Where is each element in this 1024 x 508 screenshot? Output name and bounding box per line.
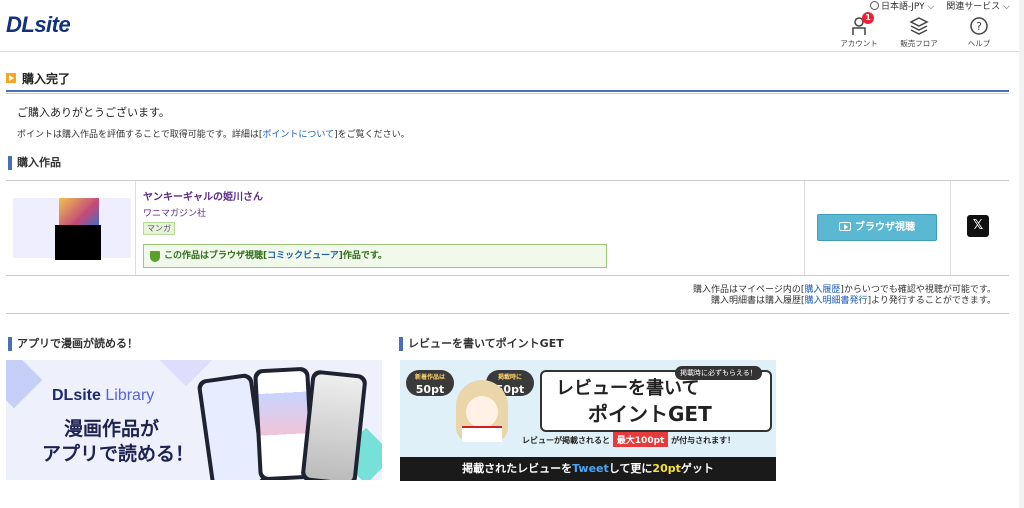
review-description: レビューが掲載されると 最大100pt が付与されます！: [522, 432, 735, 447]
app-banner-line1: 漫画作品が: [64, 418, 160, 440]
genre-tag: マンガ: [143, 222, 175, 235]
thanks-message: ご購入ありがとうございます。: [17, 106, 170, 119]
review-heading: レビューを書いてポイントGET: [399, 336, 564, 352]
cover-image: [59, 198, 99, 228]
shield-check-icon: [150, 251, 160, 262]
divider: [6, 93, 1009, 94]
review-banner[interactable]: 新着作品は 50pt 掲載時に 50pt レビューを書いて ポイントGET 掲載時に…: [400, 360, 776, 481]
points-info: ポイントは購入作品を評価することで取得可能です。詳細は[ポイントについて]をご覧…: [17, 130, 410, 140]
header-icons: 1 アカウント 販売フロア ? ヘルプ: [836, 12, 1002, 49]
language-selector[interactable]: 日本語-JPY ⌵: [869, 0, 934, 12]
browser-view-button[interactable]: ブラウザ視聴: [817, 214, 937, 241]
sales-floor-button[interactable]: 販売フロア: [896, 16, 942, 49]
help-button[interactable]: ? ヘルプ: [956, 16, 1002, 49]
receipt-note: 購入明細書は購入履歴[購入明細書発行]より発行することができます。: [711, 296, 996, 306]
account-label: アカウント: [840, 39, 878, 48]
page-heading: 購入完了: [6, 70, 1009, 92]
new-works-points-pill: 新着作品は 50pt: [406, 370, 454, 396]
header: DLsite 日本語-JPY ⌵ 関連サービス ⌵ 1 アカウント 販売フロア …: [0, 0, 1024, 52]
purchased-table: ヤンキーギャルの姫川さん ワニマガジン社 マンガ この作品はブラウザ視聴[コミッ…: [6, 180, 1009, 276]
notification-badge: 1: [862, 12, 874, 24]
dlsite-logo[interactable]: DLsite: [6, 12, 71, 38]
svg-text:?: ?: [976, 20, 982, 33]
divider: [6, 313, 1009, 314]
dlsite-library-logo: DLsite Library: [52, 387, 155, 404]
globe-icon: [869, 1, 879, 10]
app-banner[interactable]: DLsite Library 漫画作品が アプリで読める！: [6, 360, 382, 480]
share-cell: 𝕏: [952, 181, 1009, 275]
work-thumbnail[interactable]: [13, 198, 131, 260]
account-button[interactable]: 1 アカウント: [836, 12, 882, 49]
points-about-link[interactable]: ポイントについて: [262, 130, 334, 140]
page-title: 購入完了: [22, 72, 71, 86]
decorative-shape: [6, 360, 43, 409]
app-banner-line2: アプリで読める！: [42, 443, 195, 465]
app-heading: アプリで漫画が読める！: [8, 336, 138, 352]
review-sub-badge: 掲載時に必ずもらえる！: [675, 366, 762, 380]
work-info-cell: ヤンキーギャルの姫川さん ワニマガジン社 マンガ この作品はブラウザ視聴[コミッ…: [137, 181, 805, 275]
scrollbar[interactable]: [1019, 0, 1024, 508]
x-share-icon[interactable]: 𝕏: [967, 215, 989, 237]
redacted-box: [55, 225, 101, 260]
work-maker[interactable]: ワニマガジン社: [143, 206, 206, 219]
browser-viewer-notice: この作品はブラウザ視聴[コミックビューア]作品です。: [143, 244, 607, 268]
tweet-bonus-bar: 掲載されたレビューをTweetして更に20ptゲット: [400, 457, 776, 481]
arrow-marker-icon: [6, 73, 16, 83]
mascot-illustration: [456, 380, 508, 442]
purchased-heading: 購入作品: [8, 155, 61, 171]
work-title[interactable]: ヤンキーギャルの姫川さん: [143, 188, 263, 203]
related-services-menu[interactable]: 関連サービス ⌵: [946, 0, 1010, 12]
help-icon: ?: [970, 17, 988, 35]
help-label: ヘルプ: [967, 39, 991, 48]
thumbnail-cell: [6, 181, 136, 275]
play-icon: [839, 222, 851, 231]
phone-image: [300, 369, 368, 480]
sales-floor-label: 販売フロア: [900, 39, 938, 48]
button-cell: ブラウザ視聴: [806, 181, 951, 275]
comic-viewer-link[interactable]: コミックビューア: [267, 251, 339, 261]
layers-icon: [909, 17, 929, 35]
receipt-issue-link[interactable]: 購入明細書発行: [805, 296, 868, 306]
top-links: 日本語-JPY ⌵ 関連サービス ⌵: [869, 0, 1010, 12]
